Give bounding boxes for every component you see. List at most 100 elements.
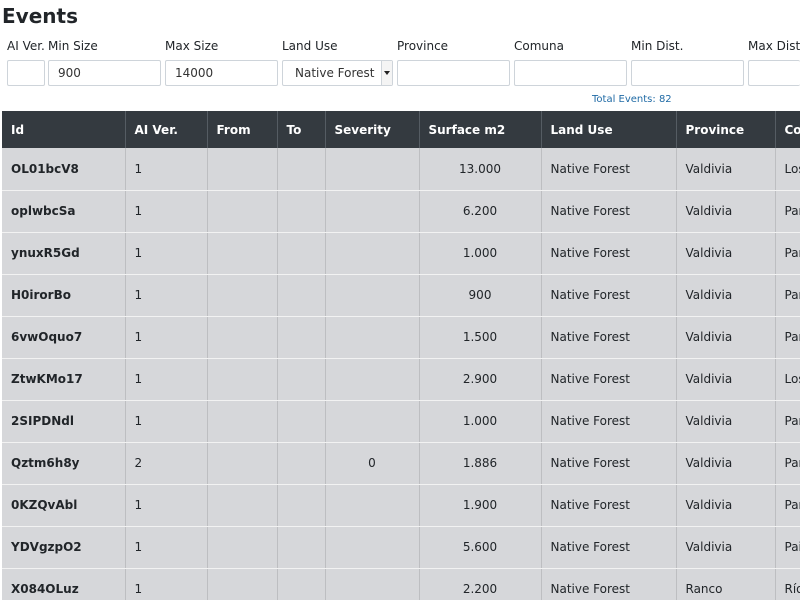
column-header-from[interactable]: From <box>207 111 278 148</box>
cell-to <box>277 232 326 275</box>
cell-ai-ver: 1 <box>125 232 208 275</box>
cell-severity <box>325 232 420 275</box>
cell-comuna: Pan <box>775 190 800 233</box>
cell-land-use: Native Forest <box>541 526 677 569</box>
cell-comuna: Los <box>775 358 800 401</box>
table-row[interactable]: ynuxR5Gd1 1.000Native ForestValdiviaPan <box>2 232 800 275</box>
cell-from <box>207 526 278 569</box>
cell-from <box>207 274 278 317</box>
cell-ai-ver: 2 <box>125 442 208 485</box>
cell-from <box>207 190 278 233</box>
cell-from <box>207 442 278 485</box>
cell-land-use: Native Forest <box>541 400 677 443</box>
table-row[interactable]: 2SIPDNdl1 1.000Native ForestValdiviaPan <box>2 400 800 443</box>
cell-land-use: Native Forest <box>541 358 677 401</box>
cell-from <box>207 232 278 275</box>
events-table-container[interactable]: Id AI Ver. From To Severity Surface m2 L… <box>2 111 800 600</box>
table-row[interactable]: H0irorBo1 900Native ForestValdiviaPan <box>2 274 800 317</box>
cell-id: ynuxR5Gd <box>2 232 126 275</box>
chevron-down-icon <box>384 71 390 75</box>
table-row[interactable]: ZtwKMo171 2.900Native ForestValdiviaLos <box>2 358 800 401</box>
cell-surface: 900 <box>419 274 542 317</box>
cell-ai-ver: 1 <box>125 148 208 191</box>
cell-land-use: Native Forest <box>541 442 677 485</box>
cell-ai-ver: 1 <box>125 526 208 569</box>
province-input[interactable] <box>397 60 510 86</box>
column-header-surface[interactable]: Surface m2 <box>419 111 542 148</box>
cell-ai-ver: 1 <box>125 484 208 527</box>
max-dist-label: Max Dist. <box>748 39 800 53</box>
comuna-input[interactable] <box>514 60 627 86</box>
cell-land-use: Native Forest <box>541 274 677 317</box>
total-events-count: Total Events: 82 <box>592 94 672 105</box>
min-size-input[interactable] <box>48 60 161 86</box>
table-row[interactable]: Qztm6h8y2 01.886Native ForestValdiviaPan <box>2 442 800 485</box>
filter-bar: AI Ver. Min Size Max Size Land Use Nativ… <box>0 38 800 90</box>
cell-severity <box>325 400 420 443</box>
cell-land-use: Native Forest <box>541 148 677 191</box>
ai-ver-input[interactable] <box>7 60 45 86</box>
cell-comuna: Pan <box>775 400 800 443</box>
cell-province: Valdivia <box>676 400 776 443</box>
page-title: Events <box>2 4 78 28</box>
cell-to <box>277 442 326 485</box>
cell-province: Valdivia <box>676 316 776 359</box>
column-header-ai-ver[interactable]: AI Ver. <box>125 111 208 148</box>
cell-id: 6vwOquo7 <box>2 316 126 359</box>
cell-id: oplwbcSa <box>2 190 126 233</box>
table-row[interactable]: oplwbcSa1 6.200Native ForestValdiviaPan <box>2 190 800 233</box>
table-row[interactable]: YDVgzpO21 5.600Native ForestValdiviaPai <box>2 526 800 569</box>
cell-province: Valdivia <box>676 274 776 317</box>
cell-land-use: Native Forest <box>541 190 677 233</box>
cell-ai-ver: 1 <box>125 190 208 233</box>
cell-surface: 13.000 <box>419 148 542 191</box>
cell-surface: 6.200 <box>419 190 542 233</box>
cell-severity <box>325 484 420 527</box>
cell-comuna: Pan <box>775 442 800 485</box>
cell-land-use: Native Forest <box>541 316 677 359</box>
cell-province: Valdivia <box>676 358 776 401</box>
dropdown-button[interactable] <box>381 61 392 85</box>
cell-to <box>277 148 326 191</box>
column-header-province[interactable]: Province <box>676 111 776 148</box>
cell-province: Valdivia <box>676 484 776 527</box>
min-dist-input[interactable] <box>631 60 744 86</box>
column-header-severity[interactable]: Severity <box>325 111 420 148</box>
cell-comuna: Pan <box>775 316 800 359</box>
table-body: OL01bcV8113.000Native ForestValdiviaLoso… <box>2 148 800 600</box>
events-page: Events AI Ver. Min Size Max Size Land Us… <box>0 0 800 600</box>
cell-id: X084OLuz <box>2 568 126 600</box>
cell-to <box>277 274 326 317</box>
cell-comuna: Pan <box>775 484 800 527</box>
column-header-id[interactable]: Id <box>2 111 126 148</box>
table-row[interactable]: OL01bcV81 13.000Native ForestValdiviaLos <box>2 148 800 191</box>
max-size-input[interactable] <box>165 60 278 86</box>
cell-comuna: Pai <box>775 526 800 569</box>
cell-ai-ver: 1 <box>125 400 208 443</box>
cell-surface: 5.600 <box>419 526 542 569</box>
land-use-select[interactable]: Native Forest <box>282 60 393 86</box>
table-row[interactable]: X084OLuz1 2.200Native ForestRancoRío <box>2 568 800 600</box>
column-header-to[interactable]: To <box>277 111 326 148</box>
cell-land-use: Native Forest <box>541 232 677 275</box>
cell-ai-ver: 1 <box>125 316 208 359</box>
cell-id: 0KZQvAbl <box>2 484 126 527</box>
cell-id: Qztm6h8y <box>2 442 126 485</box>
cell-surface: 1.886 <box>419 442 542 485</box>
cell-from <box>207 568 278 600</box>
column-header-comuna[interactable]: Comuna <box>775 111 800 148</box>
cell-surface: 1.500 <box>419 316 542 359</box>
cell-from <box>207 400 278 443</box>
table-row[interactable]: 0KZQvAbl1 1.900Native ForestValdiviaPan <box>2 484 800 527</box>
cell-ai-ver: 1 <box>125 358 208 401</box>
cell-to <box>277 484 326 527</box>
cell-province: Valdivia <box>676 442 776 485</box>
table-row[interactable]: 6vwOquo71 1.500Native ForestValdiviaPan <box>2 316 800 359</box>
column-header-land-use[interactable]: Land Use <box>541 111 677 148</box>
province-label: Province <box>397 39 449 53</box>
cell-surface: 1.900 <box>419 484 542 527</box>
cell-from <box>207 316 278 359</box>
cell-to <box>277 568 326 600</box>
land-use-selected-value: Native Forest <box>295 66 375 80</box>
max-dist-input[interactable] <box>748 60 800 86</box>
